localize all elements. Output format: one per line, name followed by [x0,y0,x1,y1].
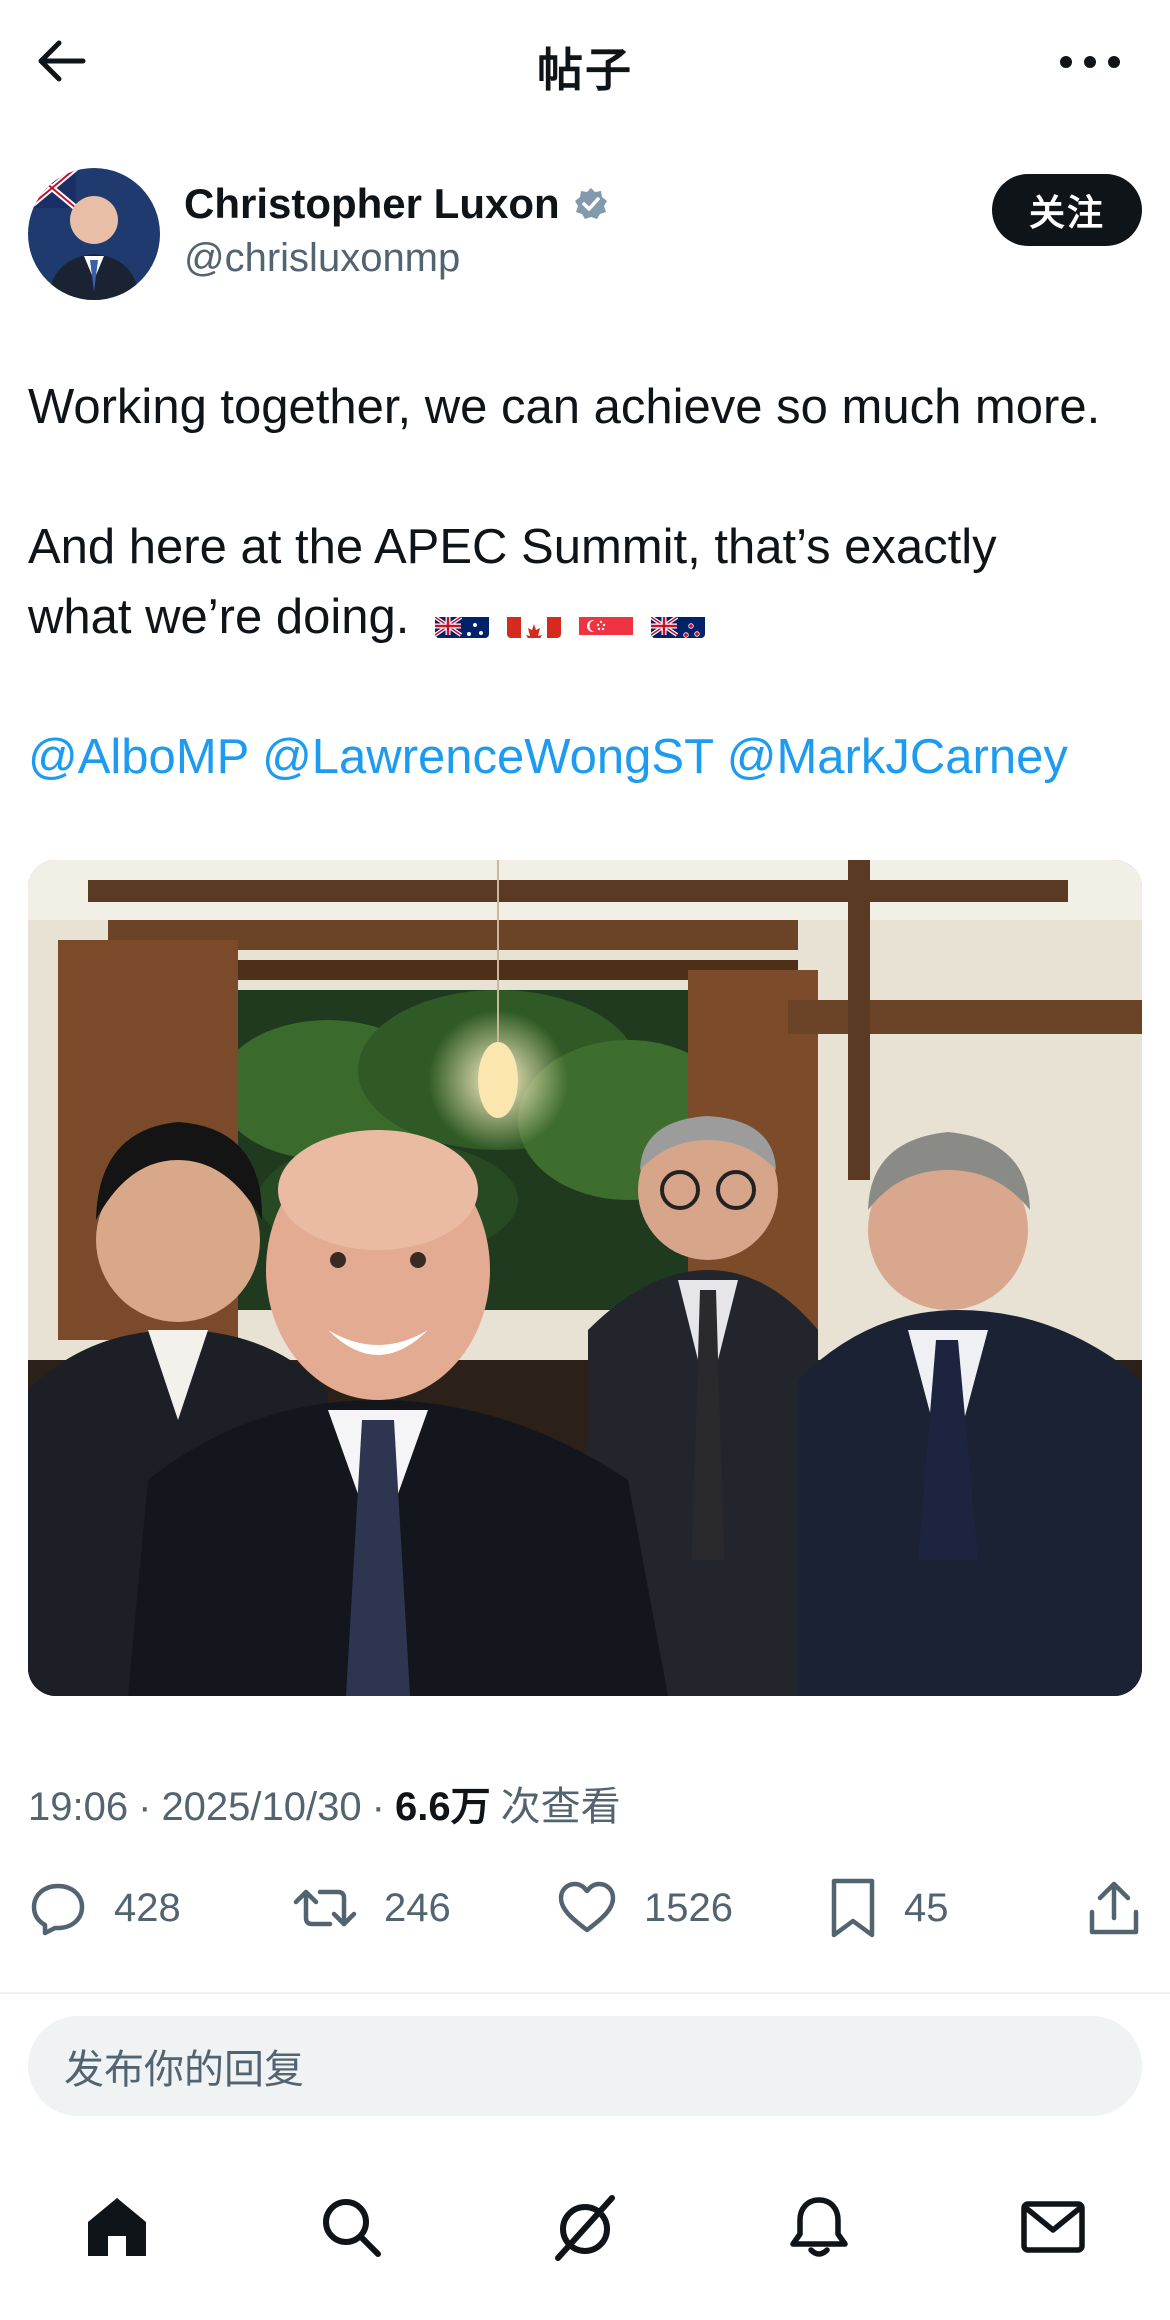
view-count[interactable]: 6.6万 [395,1774,491,1832]
bookmark-icon [831,1878,875,1938]
heart-icon [558,1881,616,1933]
post-line-text: what we’re doing. [28,590,410,644]
nav-messages[interactable] [1008,2182,1098,2272]
bookmark-count: 45 [904,1885,949,1930]
author-name[interactable]: Christopher Luxon [184,180,608,228]
like-count: 1526 [644,1885,733,1930]
nav-grok[interactable] [540,2182,630,2272]
post-line: what we’re doing. [28,582,1148,652]
divider [0,1992,1170,1994]
view-count-label: 次查看 [500,1785,621,1829]
reply-input[interactable]: 发布你的回复 [28,2016,1142,2116]
top-bar: 帖子 [0,0,1170,130]
search-icon [323,2199,381,2257]
reply-placeholder: 发布你的回复 [64,2047,304,2093]
mention-link[interactable]: @MarkJCarney [727,730,1068,784]
nav-search[interactable] [306,2182,396,2272]
canada-flag-icon [506,602,561,639]
repost-icon [293,1889,357,1927]
bottom-nav [0,2160,1170,2300]
messages-icon [1021,2201,1085,2253]
post-line: Working together, we can achieve so much… [28,380,1101,434]
post-text: Working together, we can achieve so much… [28,372,1148,792]
australia-flag-icon [434,602,489,639]
more-options-button[interactable] [1050,40,1130,84]
follow-button[interactable]: 关注 [992,174,1142,246]
reply-count: 428 [114,1885,181,1930]
mention-link[interactable]: @LawrenceWongST [262,730,713,784]
like-button[interactable]: 1526 [556,1868,733,1948]
reply-button[interactable]: 428 [28,1868,181,1948]
notifications-icon [790,2197,848,2257]
share-button[interactable] [1086,1868,1142,1948]
repost-count: 246 [384,1885,451,1930]
share-icon [1089,1881,1139,1935]
nav-home[interactable] [72,2182,162,2272]
new-zealand-flag-icon [650,602,705,639]
author-row: Christopher Luxon @chrisluxonmp 关注 [28,168,1142,304]
author-handle[interactable]: @chrisluxonmp [184,236,460,281]
grok-icon [555,2195,615,2261]
singapore-flag-icon [578,602,633,639]
mentions-line: @AlboMP @LawrenceWongST @MarkJCarney [28,722,1148,792]
avatar[interactable] [28,168,160,300]
action-bar: 428 246 1526 45 [28,1868,1148,1948]
more-dots-icon [1060,56,1120,68]
bookmark-button[interactable]: 45 [828,1868,949,1948]
page-title: 帖子 [537,43,633,97]
post-time: 19:06 [28,1785,129,1829]
post-meta: 19:06 · 2025/10/30 · 6.6万 次查看 [28,1774,621,1832]
home-icon [88,2198,146,2256]
meta-separator: · [371,1785,385,1829]
post-date: 2025/10/30 [161,1785,362,1829]
mention-link[interactable]: @AlboMP [28,730,248,784]
reply-icon [31,1883,85,1936]
author-name-text: Christopher Luxon [184,180,560,227]
post-line: And here at the APEC Summit, that’s exac… [28,520,997,574]
verified-badge-icon [574,188,607,219]
nav-notifications[interactable] [774,2182,864,2272]
post-photo[interactable] [28,860,1142,1696]
flag-emojis [434,602,705,639]
repost-button[interactable]: 246 [292,1868,451,1948]
meta-separator: · [138,1785,152,1829]
